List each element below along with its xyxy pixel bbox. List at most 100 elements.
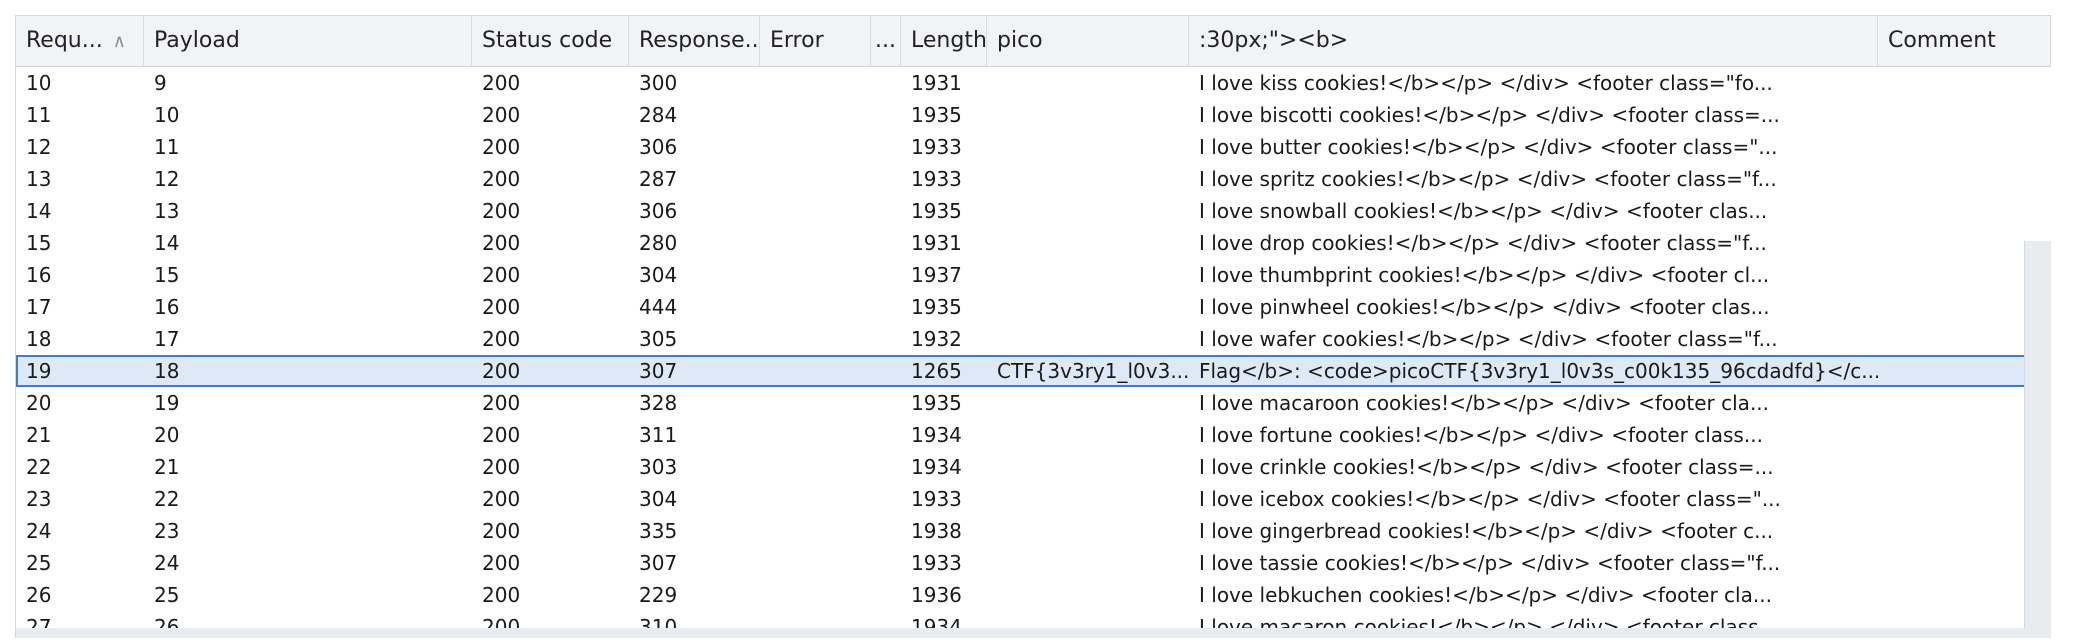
cell-resp: 306 [639, 135, 678, 159]
column-header-label: Error [770, 28, 824, 53]
cell-pico [987, 67, 1189, 99]
cell-error [760, 355, 871, 387]
cell-more [871, 483, 901, 515]
cell-length: 1935 [911, 295, 962, 319]
table-row[interactable]: 19 18 200 307 1265 CTF{3v3ry1_l0v3... Flag</b>… [16, 355, 2051, 387]
cell-req: 17 [26, 295, 52, 319]
column-header-length[interactable]: Length [901, 16, 987, 66]
cell-payload: 24 [154, 551, 180, 575]
cell-payload: 14 [154, 231, 180, 255]
column-header-label: ... [875, 28, 896, 53]
cell-resp: 300 [639, 71, 678, 95]
cell-pico [987, 227, 1189, 259]
cell-resp: 444 [639, 295, 678, 319]
column-header-request[interactable]: Requ... ∧ [16, 16, 144, 66]
cell-length: 1933 [911, 135, 962, 159]
cell-length: 1932 [911, 327, 962, 351]
cell-error [760, 259, 871, 291]
table-row[interactable]: 13 12 200 287 1933 I love spritz cookies!</b>… [16, 163, 2051, 195]
cell-req: 22 [26, 455, 52, 479]
column-header-grep-match[interactable]: :30px;"><b> [1189, 16, 1878, 66]
cell-status: 200 [482, 455, 521, 479]
cell-status: 200 [482, 263, 521, 287]
cell-error [760, 419, 871, 451]
table-row[interactable]: 11 10 200 284 1935 I love biscotti cookies!</… [16, 99, 2051, 131]
table-row[interactable]: 25 24 200 307 1933 I love tassie cookies!</b>… [16, 547, 2051, 579]
cell-payload: 15 [154, 263, 180, 287]
cell-more [871, 451, 901, 483]
table-row[interactable]: 26 25 200 229 1936 I love lebkuchen cookies!<… [16, 579, 2051, 611]
cell-payload: 16 [154, 295, 180, 319]
column-header-label: Requ... [26, 28, 103, 53]
cell-more [871, 131, 901, 163]
table-row[interactable]: 16 15 200 304 1937 I love thumbprint cookies!… [16, 259, 2051, 291]
cell-pico [987, 259, 1189, 291]
table-row[interactable]: 20 19 200 328 1935 I love macaroon cookies!</… [16, 387, 2051, 419]
cell-status: 200 [482, 327, 521, 351]
cell-payload: 19 [154, 391, 180, 415]
column-header-more[interactable]: ... [871, 16, 901, 66]
column-header-label: :30px;"><b> [1199, 28, 1349, 53]
table-row[interactable]: 18 17 200 305 1932 I love wafer cookies!</b><… [16, 323, 2051, 355]
column-header-label: Status code [482, 28, 613, 53]
cell-pico [987, 163, 1189, 195]
cell-more [871, 323, 901, 355]
cell-error [760, 99, 871, 131]
cell-pico [987, 483, 1189, 515]
column-header-error[interactable]: Error [760, 16, 871, 66]
cell-req: 16 [26, 263, 52, 287]
cell-more [871, 259, 901, 291]
cell-comment [1878, 163, 2051, 195]
cell-status: 200 [482, 199, 521, 223]
cell-error [760, 195, 871, 227]
cell-status: 200 [482, 519, 521, 543]
cell-status: 200 [482, 167, 521, 191]
cell-req: 21 [26, 423, 52, 447]
cell-pico [987, 515, 1189, 547]
cell-error [760, 67, 871, 99]
cell-length: 1936 [911, 583, 962, 607]
column-header-comment[interactable]: Comment [1878, 16, 2051, 66]
column-header-payload[interactable]: Payload [144, 16, 472, 66]
column-header-response[interactable]: Response... [629, 16, 760, 66]
column-header-pico[interactable]: pico [987, 16, 1189, 66]
cell-req: 24 [26, 519, 52, 543]
table-row[interactable]: 12 11 200 306 1933 I love butter cookies!</b>… [16, 131, 2051, 163]
cell-payload: 25 [154, 583, 180, 607]
cell-match: I love biscotti cookies!</b></p> </div> … [1199, 103, 1780, 127]
table-row[interactable]: 15 14 200 280 1931 I love drop cookies!</b></… [16, 227, 2051, 259]
vertical-scrollbar[interactable] [2024, 241, 2051, 638]
cell-more [871, 579, 901, 611]
cell-match: I love drop cookies!</b></p> </div> <foo… [1199, 231, 1767, 255]
cell-resp: 284 [639, 103, 678, 127]
table-row[interactable]: 21 20 200 311 1934 I love fortune cookies!</b… [16, 419, 2051, 451]
cell-match: I love butter cookies!</b></p> </div> <f… [1199, 135, 1778, 159]
cell-req: 19 [26, 359, 52, 383]
cell-match: I love kiss cookies!</b></p> </div> <foo… [1199, 71, 1773, 95]
table-row[interactable]: 22 21 200 303 1934 I love crinkle cookies!</b… [16, 451, 2051, 483]
cell-payload: 11 [154, 135, 180, 159]
column-header-label: Comment [1888, 28, 1996, 53]
cell-status: 200 [482, 103, 521, 127]
table-row[interactable]: 14 13 200 306 1935 I love snowball cookies!</… [16, 195, 2051, 227]
cell-length: 1934 [911, 423, 962, 447]
column-header-label: Length [911, 28, 987, 53]
table-row[interactable]: 23 22 200 304 1933 I love icebox cookies!</b>… [16, 483, 2051, 515]
cell-status: 200 [482, 551, 521, 575]
cell-resp: 287 [639, 167, 678, 191]
cell-status: 200 [482, 295, 521, 319]
table-row[interactable]: 24 23 200 335 1938 I love gingerbread cookies… [16, 515, 2051, 547]
cell-req: 15 [26, 231, 52, 255]
cell-error [760, 451, 871, 483]
cell-req: 12 [26, 135, 52, 159]
cell-length: 1935 [911, 103, 962, 127]
cell-payload: 13 [154, 199, 180, 223]
cell-match: I love thumbprint cookies!</b></p> </div… [1199, 263, 1770, 287]
cell-more [871, 291, 901, 323]
cell-error [760, 547, 871, 579]
horizontal-scrollbar[interactable] [16, 628, 2051, 638]
column-header-status-code[interactable]: Status code [472, 16, 629, 66]
cell-length: 1931 [911, 71, 962, 95]
table-row[interactable]: 17 16 200 444 1935 I love pinwheel cookies!</… [16, 291, 2051, 323]
table-row[interactable]: 10 9 200 300 1931 I love kiss cookies!</b></p… [16, 67, 2051, 99]
